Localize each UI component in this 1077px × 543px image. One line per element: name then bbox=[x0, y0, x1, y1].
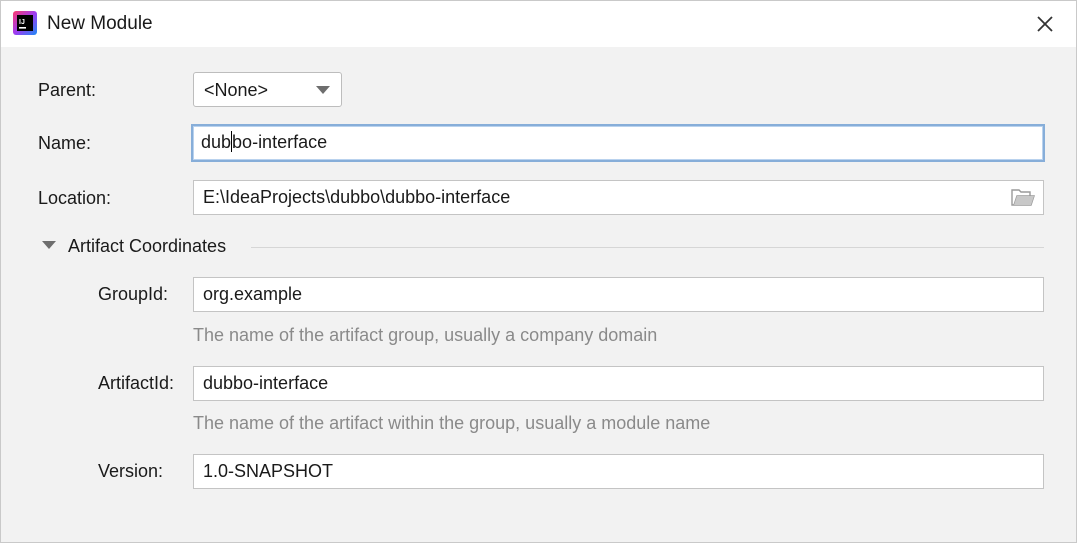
folder-icon[interactable] bbox=[1011, 188, 1035, 208]
version-label: Version: bbox=[98, 461, 164, 481]
artifactid-label: ArtifactId: bbox=[98, 373, 175, 393]
window-title: New Module bbox=[47, 13, 153, 34]
groupid-hint: The name of the artifact group, usually … bbox=[193, 325, 658, 345]
close-icon bbox=[1037, 16, 1053, 32]
section-divider bbox=[251, 247, 1044, 248]
svg-text:IJ: IJ bbox=[19, 19, 25, 26]
name-input[interactable]: dubbo-interface bbox=[191, 124, 1045, 162]
title-bar: IJ New Module bbox=[1, 1, 1076, 47]
new-module-dialog: IJ New Module Parent: <None> Name: dubbo… bbox=[0, 0, 1077, 543]
parent-label: Parent: bbox=[38, 80, 97, 100]
location-value: E:\IdeaProjects\dubbo\dubbo-interface bbox=[203, 187, 511, 207]
name-label: Name: bbox=[38, 133, 92, 153]
collapse-triangle-icon[interactable] bbox=[42, 241, 56, 249]
groupid-label: GroupId: bbox=[98, 284, 169, 304]
close-button[interactable] bbox=[1031, 10, 1059, 38]
artifactid-value: dubbo-interface bbox=[203, 373, 329, 393]
name-value-after-caret: bo-interface bbox=[232, 132, 328, 152]
version-value: 1.0-SNAPSHOT bbox=[203, 461, 334, 481]
name-value-before-caret: dub bbox=[201, 132, 232, 152]
groupid-value: org.example bbox=[203, 284, 303, 304]
version-input[interactable]: 1.0-SNAPSHOT bbox=[193, 454, 1044, 489]
location-label: Location: bbox=[38, 188, 112, 208]
groupid-input[interactable]: org.example bbox=[193, 277, 1044, 312]
artifactid-hint: The name of the artifact within the grou… bbox=[193, 413, 711, 433]
parent-selected-value: <None> bbox=[204, 80, 269, 100]
intellij-idea-icon: IJ bbox=[13, 11, 37, 35]
chevron-down-icon bbox=[316, 86, 330, 94]
location-input[interactable]: E:\IdeaProjects\dubbo\dubbo-interface bbox=[193, 180, 1044, 215]
parent-select[interactable]: <None> bbox=[193, 72, 342, 107]
artifact-coordinates-header[interactable]: Artifact Coordinates bbox=[68, 236, 226, 257]
artifactid-input[interactable]: dubbo-interface bbox=[193, 366, 1044, 401]
